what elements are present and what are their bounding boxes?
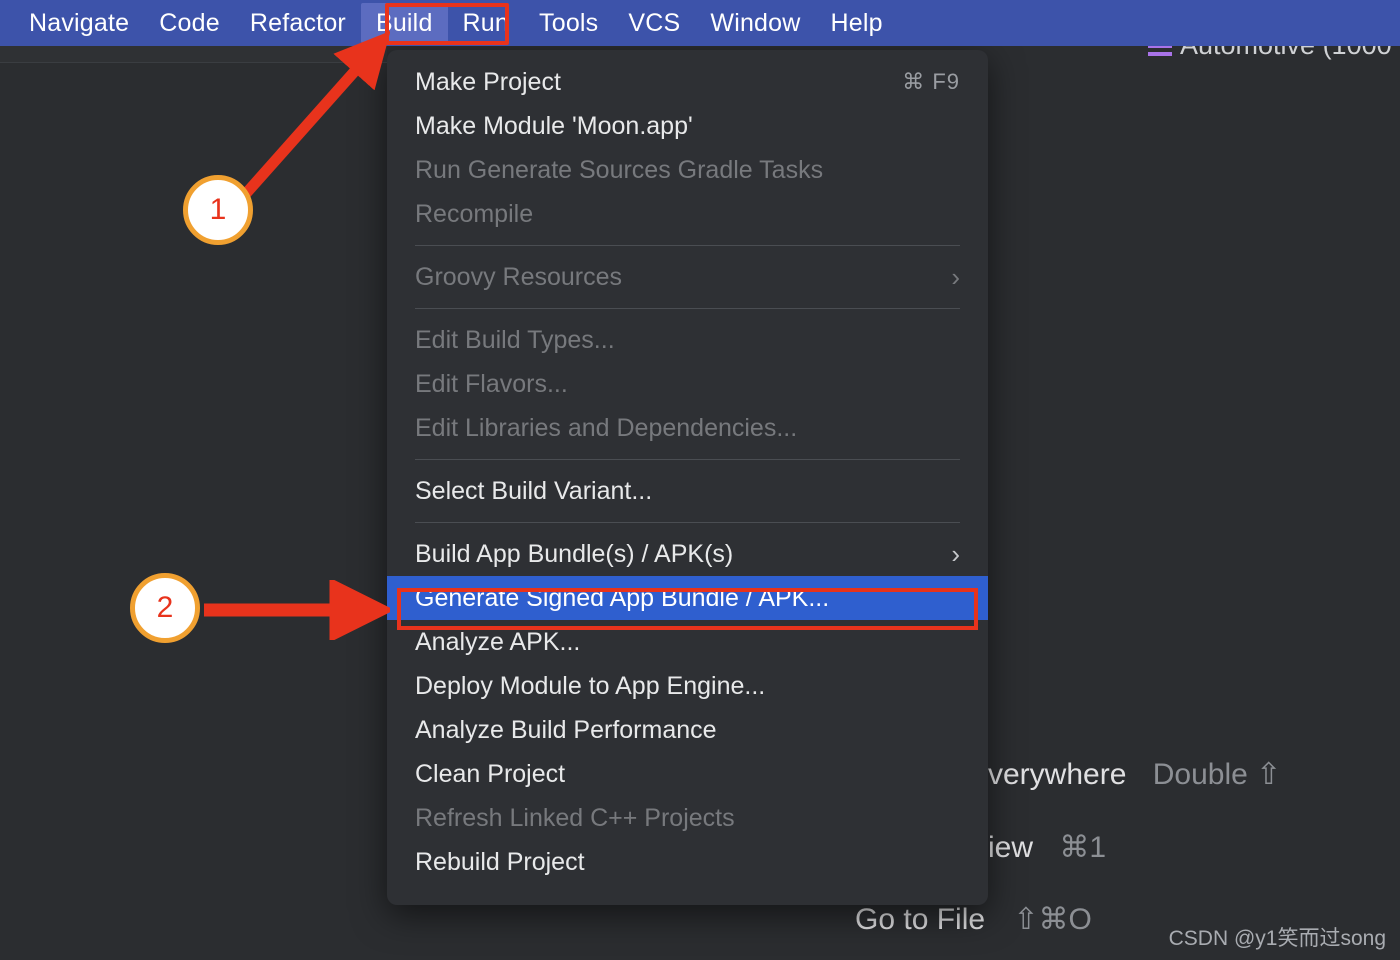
background-row-accel: ⌘1 [1059,831,1107,864]
menu-separator [415,459,960,460]
background-row-view: iew ⌘1 [988,830,1106,865]
background-row-everywhere: verywhere Double ⇧ [988,757,1281,792]
background-row-goto-file: Go to File ⇧⌘O [855,902,1092,937]
background-row-accel: ⇧⌘O [1013,903,1092,936]
chevron-right-icon: › [951,539,960,569]
annotation-arrow-2 [204,580,390,640]
screenshot-root: Automotive (1000 verywhere Double ⇧ iew … [0,0,1400,960]
background-row-label: Go to File [855,903,986,936]
menubar-item-tools[interactable]: Tools [524,0,613,46]
menu-separator [415,245,960,246]
menu-item-label: Edit Flavors... [415,369,568,398]
watermark-text: CSDN @y1笑而过song [1168,927,1386,950]
menu-item-make-module[interactable]: Make Module 'Moon.app' [387,104,988,148]
menu-item-label: Deploy Module to App Engine... [415,671,766,700]
menubar: Navigate Code Refactor Build Run Tools V… [0,0,1400,46]
menu-item-label: Recompile [415,199,534,228]
menu-item-label: Generate Signed App Bundle / APK... [415,583,830,612]
menu-item-select-build-variant[interactable]: Select Build Variant... [387,469,988,513]
menu-item-refresh-linked-cpp-projects: Refresh Linked C++ Projects [387,796,988,840]
annotation-badge-1: 1 [183,175,253,245]
chevron-right-icon: › [951,262,960,292]
menubar-item-build[interactable]: Build [360,3,448,43]
menu-item-build-app-bundle-apk[interactable]: Build App Bundle(s) / APK(s) › [387,532,988,576]
menu-item-label: Select Build Variant... [415,476,653,505]
menu-item-label: Run Generate Sources Gradle Tasks [415,155,824,184]
annotation-badge-2: 2 [130,573,200,643]
menubar-item-window[interactable]: Window [695,0,815,46]
menu-item-label: Make Module 'Moon.app' [415,111,693,140]
menu-item-edit-libraries-and-dependencies: Edit Libraries and Dependencies... [387,406,988,450]
menu-item-label: Rebuild Project [415,847,585,876]
menu-item-generate-signed-app-bundle-apk[interactable]: Generate Signed App Bundle / APK... [387,576,988,620]
menu-separator [415,308,960,309]
build-dropdown-menu: Make Project ⌘ F9 Make Module 'Moon.app'… [387,50,988,905]
menu-item-label: Clean Project [415,759,566,788]
menu-item-label: Edit Libraries and Dependencies... [415,413,798,442]
menu-item-label: Build App Bundle(s) / APK(s) [415,539,734,568]
menubar-item-refactor[interactable]: Refactor [235,0,361,46]
menubar-item-help[interactable]: Help [816,0,898,46]
menubar-item-navigate[interactable]: Navigate [14,0,144,46]
menubar-item-run[interactable]: Run [448,0,524,46]
menu-item-run-generate-sources-gradle-tasks: Run Generate Sources Gradle Tasks [387,148,988,192]
menu-item-shortcut: ⌘ F9 [902,69,960,94]
menu-item-label: Make Project [415,67,561,96]
menu-item-analyze-apk[interactable]: Analyze APK... [387,620,988,664]
menu-item-clean-project[interactable]: Clean Project [387,752,988,796]
menu-item-make-project[interactable]: Make Project ⌘ F9 [387,60,988,104]
menubar-item-vcs[interactable]: VCS [613,0,695,46]
menu-item-groovy-resources: Groovy Resources › [387,255,988,299]
menu-item-label: Analyze Build Performance [415,715,717,744]
menu-item-label: Refresh Linked C++ Projects [415,803,735,832]
menu-item-edit-build-types: Edit Build Types... [387,318,988,362]
menubar-item-code[interactable]: Code [144,0,235,46]
menu-item-edit-flavors: Edit Flavors... [387,362,988,406]
menu-separator [415,522,960,523]
background-row-accel: Double ⇧ [1152,758,1282,791]
menu-item-deploy-module-to-app-engine[interactable]: Deploy Module to App Engine... [387,664,988,708]
menu-item-rebuild-project[interactable]: Rebuild Project [387,840,988,884]
menu-item-label: Analyze APK... [415,627,581,656]
menu-item-label: Edit Build Types... [415,325,615,354]
background-row-label: iew [988,831,1034,864]
editor-chrome-strip [0,46,387,63]
menu-item-analyze-build-performance[interactable]: Analyze Build Performance [387,708,988,752]
menu-item-label: Groovy Resources [415,262,623,291]
menu-item-recompile: Recompile [387,192,988,236]
background-row-label: verywhere [988,758,1127,791]
